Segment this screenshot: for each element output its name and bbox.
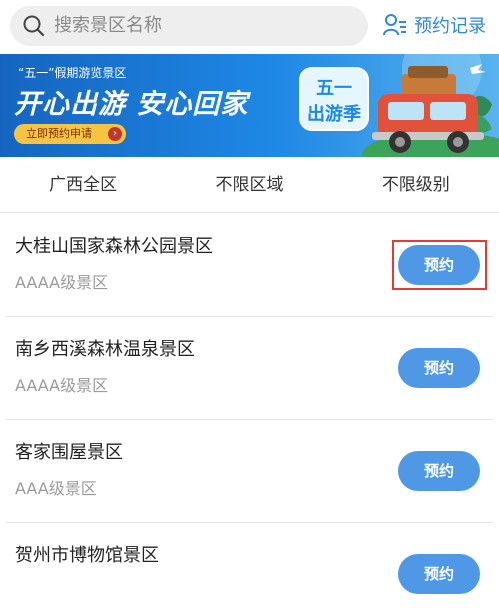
booking-records-label: 预约记录	[414, 16, 486, 37]
spot-name: 贺州市博物馆景区	[15, 545, 159, 566]
book-now-label: 立即预约申请	[26, 127, 92, 140]
spot-level: AAAA级景区	[15, 273, 109, 292]
booking-records-button[interactable]: 预约记录	[382, 10, 486, 40]
banner-subtitle: “五一”假期游览景区	[18, 66, 127, 80]
book-button[interactable]: 预约	[398, 245, 480, 285]
user-list-icon	[383, 14, 406, 36]
badge-line1: 五一	[316, 78, 352, 99]
spot-name: 客家围屋景区	[15, 442, 123, 463]
spot-level: AAA级景区	[15, 479, 97, 498]
search-placeholder: 搜索景区名称	[54, 15, 162, 36]
filter-area[interactable]: 不限区域	[166, 157, 332, 212]
book-button[interactable]: 预约	[398, 554, 480, 594]
spot-name: 南乡西溪森林温泉景区	[15, 339, 195, 360]
spot-name: 大桂山国家森林公园景区	[15, 236, 213, 257]
filter-level[interactable]: 不限级别	[333, 157, 499, 212]
top-bar: 搜索景区名称 预约记录	[0, 0, 499, 52]
banner-title: 开心出游 安心回家	[14, 89, 249, 120]
list-item[interactable]: 贺州市博物馆景区 预约	[6, 523, 493, 615]
book-now-banner-button[interactable]: 立即预约申请 ›	[14, 124, 126, 144]
chevron-right-icon: ›	[108, 127, 122, 141]
promo-banner[interactable]: “五一”假期游览景区 开心出游 安心回家 立即预约申请 › 五一 出游季	[0, 54, 499, 157]
list-item[interactable]: 客家围屋景区 AAA级景区 预约	[6, 420, 493, 523]
filter-bar: 广西全区 不限区域 不限级别	[0, 157, 499, 213]
book-button[interactable]: 预约	[398, 348, 480, 388]
list-item[interactable]: 南乡西溪森林温泉景区 AAAA级景区 预约	[6, 317, 493, 420]
search-icon	[23, 15, 45, 37]
travel-car-illustration: 五一 出游季	[299, 54, 499, 157]
search-input[interactable]: 搜索景区名称	[10, 6, 368, 46]
filter-region-province[interactable]: 广西全区	[0, 157, 166, 212]
badge-line2: 出游季	[307, 103, 361, 125]
list-item[interactable]: 大桂山国家森林公园景区 AAAA级景区 预约	[6, 214, 493, 317]
book-button[interactable]: 预约	[398, 451, 480, 491]
spot-level: AAAA级景区	[15, 376, 109, 395]
scenic-spot-list: 大桂山国家森林公园景区 AAAA级景区 预约 南乡西溪森林温泉景区 AAAA级景…	[0, 214, 499, 615]
